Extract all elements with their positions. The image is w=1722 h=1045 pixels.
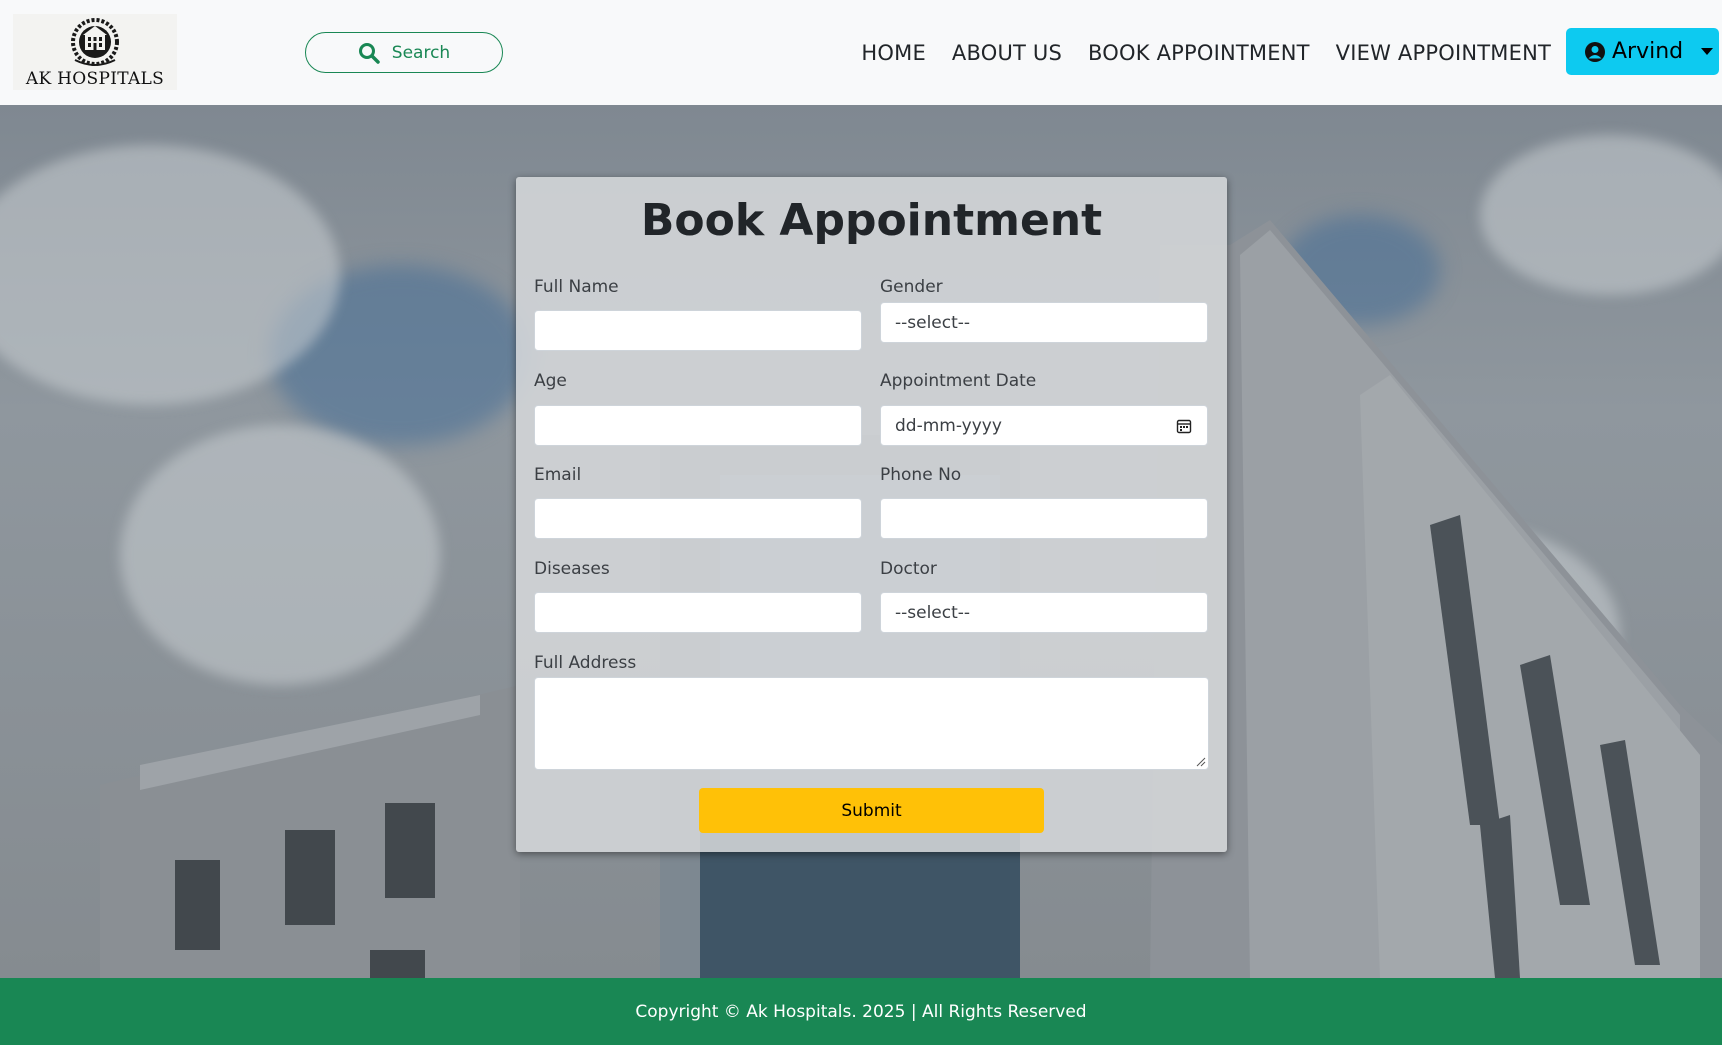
main-nav: HOME ABOUT US BOOK APPOINTMENT VIEW APPO… [861,0,1551,105]
chevron-down-icon [1701,48,1714,55]
brand-logo[interactable]: AK HOSPITALS [13,14,177,90]
doctor-label: Doctor [880,559,937,579]
footer: Copyright © Ak Hospitals. 2025 | All Rig… [0,978,1722,1045]
email-label: Email [534,465,582,485]
search-icon [358,42,380,64]
gender-select[interactable]: --select-- [880,302,1208,343]
form-title: Book Appointment [640,195,1103,246]
date-placeholder: dd-mm-yyyy [895,415,1002,436]
full-address-label: Full Address [534,653,637,673]
doctor-select[interactable]: --select-- [880,592,1208,633]
user-menu-button[interactable]: Arvind [1566,28,1719,75]
diseases-input[interactable] [534,592,862,633]
user-circle-icon [1585,41,1605,62]
nav-view-appointment[interactable]: VIEW APPOINTMENT [1336,41,1551,65]
phone-input[interactable] [880,498,1208,539]
nav-about-us[interactable]: ABOUT US [952,41,1062,65]
full-name-input[interactable] [534,310,862,351]
resize-grip-icon[interactable] [1196,757,1206,767]
full-name-label: Full Name [534,277,619,297]
nav-home[interactable]: HOME [861,41,926,65]
calendar-icon[interactable] [1176,418,1192,434]
age-input[interactable] [534,405,862,446]
email-input[interactable] [534,498,862,539]
submit-button[interactable]: Submit [699,788,1044,833]
search-label: Search [391,42,451,63]
user-name: Arvind [1612,39,1684,64]
copyright-text: Copyright © Ak Hospitals. 2025 | All Rig… [635,1001,1087,1022]
diseases-label: Diseases [534,559,610,579]
appointment-date-label: Appointment Date [880,371,1037,391]
full-address-textarea[interactable] [534,677,1209,770]
hospital-crest-icon [71,18,119,66]
brand-name: AK HOSPITALS [25,69,165,89]
nav-book-appointment[interactable]: BOOK APPOINTMENT [1088,41,1310,65]
navbar: AK HOSPITALS Search HOME ABOUT US BOOK A… [0,0,1722,105]
appointment-date-input[interactable]: dd-mm-yyyy [880,405,1208,446]
appointment-form-card: Book Appointment Full Name Gender --sele… [516,177,1227,852]
gender-label: Gender [880,277,943,297]
age-label: Age [534,371,567,391]
search-button[interactable]: Search [305,32,503,73]
phone-label: Phone No [880,465,962,485]
